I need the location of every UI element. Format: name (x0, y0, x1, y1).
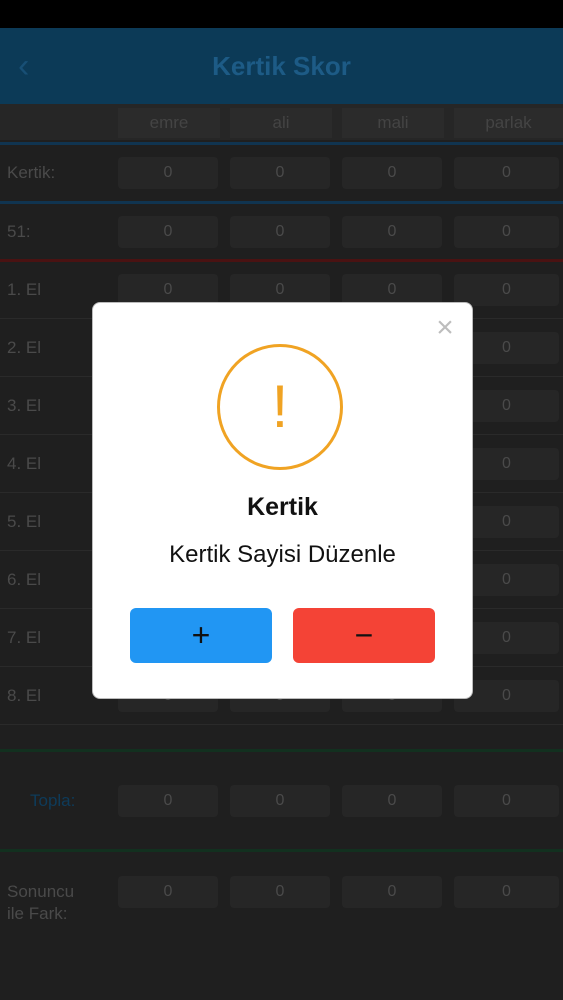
score-cell[interactable]: 0 (454, 216, 559, 248)
divider (0, 749, 563, 752)
row-label: 6. El (7, 570, 42, 589)
row-label: 3. El (7, 396, 42, 415)
dialog-title: Kertik (247, 493, 318, 521)
total-cell: 0 (342, 785, 442, 817)
exclamation-icon: ! (271, 373, 289, 440)
difference-cell: 0 (230, 876, 330, 908)
nav-bar: ‹ Kertik Skor (0, 28, 563, 104)
score-cell[interactable]: 0 (118, 157, 218, 189)
close-icon[interactable]: × (432, 313, 458, 343)
player-header-2: ali (230, 108, 332, 138)
edit-kertik-dialog: × ! Kertik Kertik Sayisi Düzenle + − (92, 302, 473, 699)
score-cell[interactable]: 0 (342, 157, 442, 189)
score-cell[interactable]: 0 (230, 157, 330, 189)
row-label: Kertik: (7, 163, 56, 182)
player-header-4: parlak (454, 108, 563, 138)
score-cell[interactable]: 0 (230, 216, 330, 248)
score-cell[interactable]: 0 (454, 157, 559, 189)
player-header-3: mali (342, 108, 444, 138)
total-label: Topla: (30, 791, 76, 810)
status-bar (0, 0, 563, 28)
difference-cell: 0 (454, 876, 559, 908)
decrement-button[interactable]: − (293, 608, 435, 663)
row-label: 4. El (7, 454, 42, 473)
total-row: Topla: 0 0 0 0 (0, 773, 563, 829)
divider (0, 849, 563, 852)
total-cell: 0 (230, 785, 330, 817)
difference-cell: 0 (118, 876, 218, 908)
increment-button[interactable]: + (130, 608, 272, 663)
player-header-row: emre ali mali parlak (0, 104, 563, 140)
difference-label-line-1: Sonuncu (7, 882, 75, 901)
warning-icon: ! (217, 344, 343, 470)
score-cell[interactable]: 0 (454, 274, 559, 306)
row-label: 5. El (7, 512, 42, 531)
row-label: 51: (7, 222, 31, 241)
difference-cell: 0 (342, 876, 442, 908)
score-row-kertik: Kertik: 0 0 0 0 (0, 145, 563, 201)
row-label: 7. El (7, 628, 42, 647)
total-cell: 0 (454, 785, 559, 817)
row-label: 1. El (7, 280, 42, 299)
total-cell: 0 (118, 785, 218, 817)
score-row-51: 51: 0 0 0 0 (0, 204, 563, 260)
row-label: 8. El (7, 686, 42, 705)
difference-row: Sonuncu ile Fark: 0 0 0 0 (0, 864, 563, 923)
row-label: 2. El (7, 338, 42, 357)
dialog-message: Kertik Sayisi Düzenle (169, 541, 396, 568)
difference-label-line-2: ile Fark: (7, 904, 68, 923)
difference-label: Sonuncu ile Fark: (7, 881, 74, 937)
score-cell[interactable]: 0 (118, 216, 218, 248)
score-cell[interactable]: 0 (342, 216, 442, 248)
player-header-1: emre (118, 108, 220, 138)
page-title: Kertik Skor (212, 51, 351, 81)
